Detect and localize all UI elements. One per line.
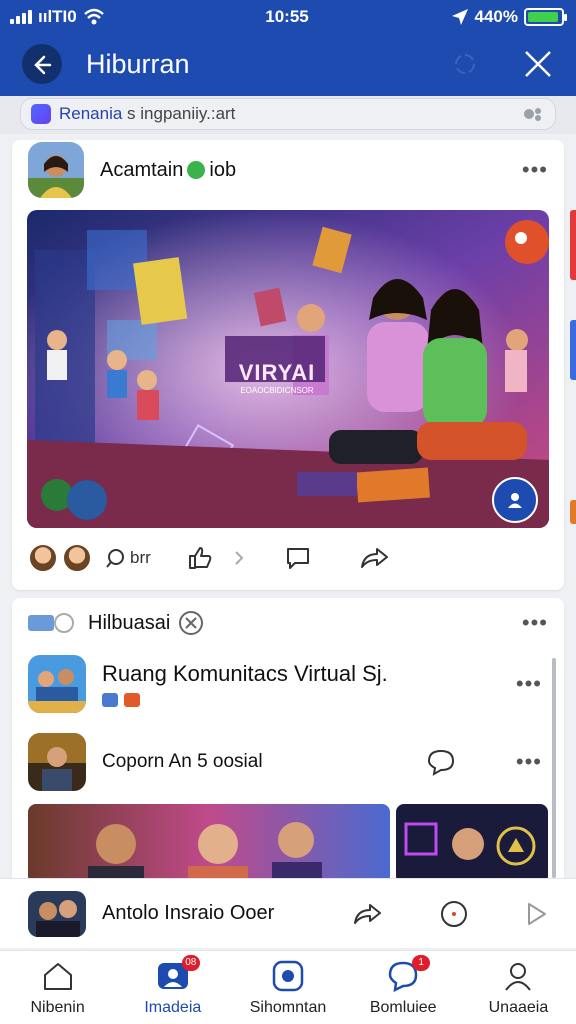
mic-icon[interactable] bbox=[521, 104, 545, 124]
refresh-icon[interactable] bbox=[452, 51, 478, 77]
location-arrow-icon bbox=[451, 9, 468, 25]
comment-label: brr bbox=[130, 548, 151, 567]
image-brand-subtext: EOAOCBIDICNSOR bbox=[240, 386, 314, 395]
item-title: Coporn An 5 oosial bbox=[102, 751, 263, 772]
gallery-image-side[interactable] bbox=[396, 804, 548, 884]
search-comment-icon bbox=[106, 549, 124, 568]
explore-icon bbox=[272, 960, 304, 991]
edge-peek-orange bbox=[570, 500, 576, 524]
app-logo-icon bbox=[31, 104, 51, 124]
tab-label: Imadeia bbox=[144, 998, 202, 1016]
item-more-icon[interactable]: ••• bbox=[516, 749, 542, 775]
back-button[interactable] bbox=[22, 44, 62, 84]
status-bar: ıılTI0 10:55 440% bbox=[10, 6, 567, 28]
now-playing-bar[interactable]: Antolo Insraio Ooer bbox=[0, 878, 576, 948]
feed-more-icon[interactable]: ••• bbox=[522, 610, 548, 636]
chat-icon[interactable] bbox=[426, 748, 456, 776]
back-arrow-icon bbox=[34, 55, 52, 75]
edge-peek-blue bbox=[570, 320, 576, 380]
search-accent-text: Renania bbox=[59, 104, 123, 123]
item-more-icon[interactable]: ••• bbox=[516, 671, 542, 697]
tab-media[interactable]: 08 Imadeia bbox=[115, 951, 230, 1024]
tab-explore[interactable]: Sihomntan bbox=[230, 951, 345, 1024]
search-bar: Renania s ingpaniiy.:art bbox=[0, 96, 576, 134]
settings-tool-icon[interactable] bbox=[178, 610, 204, 636]
search-rest-text: s ingpaniiy.:art bbox=[122, 104, 236, 123]
share-arrow-icon bbox=[360, 548, 388, 568]
author-name[interactable]: Acamtain bbox=[100, 159, 183, 182]
post-image[interactable]: VIRYAI EOAOCBIDICNSOR bbox=[27, 210, 549, 528]
page-title: Hiburran bbox=[86, 48, 190, 79]
notification-badge: 08 bbox=[181, 954, 200, 971]
message-button[interactable] bbox=[285, 546, 311, 570]
gallery-image-main[interactable] bbox=[28, 804, 390, 884]
edge-peek-red bbox=[570, 210, 576, 280]
player-title: Antolo Insraio Ooer bbox=[102, 902, 275, 924]
comment-button[interactable]: brr bbox=[104, 547, 151, 569]
list-item[interactable]: Ruang Komunitacs Virtual Sj. ••• bbox=[28, 654, 542, 714]
chevron-right-icon bbox=[235, 551, 244, 565]
community-thumbnail bbox=[28, 655, 86, 713]
verified-badge-icon bbox=[187, 161, 206, 179]
tab-label: Sihomntan bbox=[249, 998, 327, 1016]
battery-percent: 440% bbox=[474, 7, 518, 26]
chat-bubble-icon bbox=[286, 548, 309, 569]
cards-icon bbox=[28, 613, 74, 633]
author-avatar[interactable] bbox=[28, 142, 84, 198]
home-icon bbox=[43, 962, 72, 990]
profile-icon bbox=[505, 962, 532, 991]
share-button[interactable] bbox=[359, 546, 389, 570]
channel-thumbnail bbox=[28, 733, 86, 791]
clock: 10:55 bbox=[265, 7, 309, 26]
image-brand-text: VIRYAI bbox=[238, 360, 316, 385]
comment-icon[interactable] bbox=[438, 899, 470, 929]
post-card: Acamtain iob ••• VIRYAI EOAOCBIDICNSOR b… bbox=[12, 140, 564, 590]
notification-badge: 1 bbox=[412, 954, 431, 971]
app-header: ıılTI0 10:55 440% Hiburran bbox=[0, 0, 576, 96]
signal-icon bbox=[10, 10, 32, 24]
carrier-label: ıılTI0 bbox=[38, 7, 77, 26]
tab-home[interactable]: Nibenin bbox=[0, 951, 115, 1024]
more-options-icon[interactable]: ••• bbox=[522, 157, 548, 183]
play-icon[interactable] bbox=[526, 901, 548, 927]
feed-card: Hilbuasai ••• Ruang Komunitacs Virtual S… bbox=[12, 598, 564, 898]
item-title: Ruang Komunitacs Virtual Sj. bbox=[102, 661, 388, 686]
like-button[interactable] bbox=[187, 546, 213, 570]
tab-label: Unaaeia bbox=[488, 998, 549, 1016]
person-badge-icon[interactable] bbox=[505, 490, 525, 510]
battery-icon bbox=[524, 8, 567, 26]
wifi-icon bbox=[83, 8, 104, 25]
feed-title: Hilbuasai bbox=[88, 611, 171, 634]
tab-notifications[interactable]: 1 Bomluiee bbox=[346, 951, 461, 1024]
share-icon[interactable] bbox=[352, 902, 382, 926]
scrollbar[interactable] bbox=[552, 658, 556, 878]
bottom-tab-bar: Nibenin 08 Imadeia Sihomntan 1 Bomluiee … bbox=[0, 950, 576, 1024]
thumbs-up-icon bbox=[188, 547, 212, 569]
reactor-avatars[interactable] bbox=[28, 543, 92, 573]
tab-label: Nibenin bbox=[30, 998, 85, 1016]
tab-profile[interactable]: Unaaeia bbox=[461, 951, 576, 1024]
tab-label: Bomluiee bbox=[369, 998, 437, 1016]
player-thumbnail bbox=[28, 890, 86, 937]
author-suffix: iob bbox=[209, 158, 237, 181]
list-item[interactable]: Coporn An 5 oosial ••• bbox=[28, 732, 542, 792]
close-icon[interactable] bbox=[522, 48, 554, 80]
search-input[interactable]: Renania s ingpaniiy.:art bbox=[20, 98, 556, 130]
